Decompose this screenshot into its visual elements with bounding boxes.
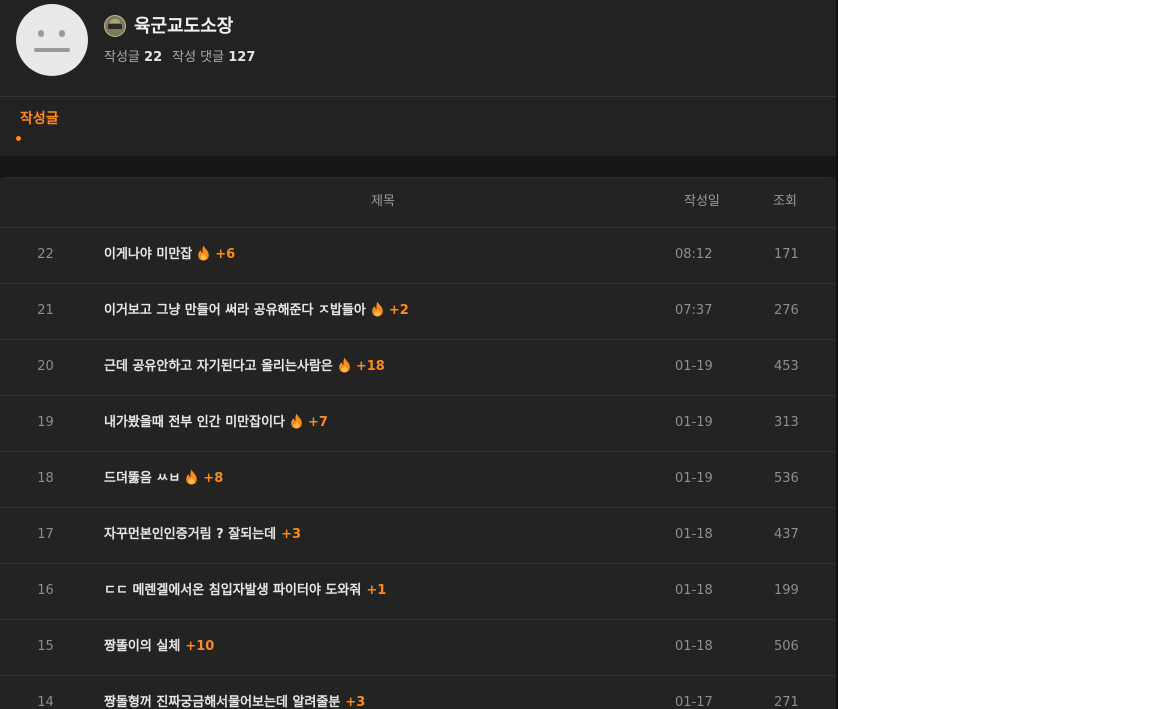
post-date: 01-17 (675, 695, 713, 709)
post-number: 18 (37, 471, 54, 486)
post-views: 271 (774, 695, 799, 709)
posts-count: 22 (144, 50, 163, 65)
post-date: 01-18 (675, 639, 713, 654)
post-number: 20 (37, 359, 54, 374)
table-row[interactable]: 21 이거보고 그냥 만들어 써라 공유해준다 ㅈ밥들아 +2 07:37 276 (0, 284, 836, 340)
post-title-link[interactable]: 드뎌뚫음 ㅆㅂ +8 (104, 469, 223, 489)
comment-count: +1 (366, 583, 387, 598)
active-tab-indicator (16, 136, 21, 141)
post-views: 313 (774, 415, 799, 430)
post-number: 14 (37, 695, 54, 709)
post-title: 짱돌형꺼 진짜궁금해서물어보는데 알려줄분 (104, 695, 341, 709)
tab-posts[interactable]: 작성글 (20, 111, 59, 127)
comment-count: +3 (345, 695, 366, 709)
post-views: 276 (774, 303, 799, 318)
posts-label: 작성글 (104, 50, 140, 65)
header-views: 조회 (773, 194, 797, 209)
section-divider (0, 156, 836, 177)
post-title: 자꾸먼본인인증거림 ? 잘되는데 (104, 527, 277, 542)
table-row[interactable]: 16 ㄷㄷ 메렌겔에서온 침입자발생 파이터야 도와줘 +1 01-18 199 (0, 564, 836, 620)
comments-count: 127 (228, 50, 256, 65)
post-date: 01-19 (675, 359, 713, 374)
fire-icon (185, 469, 198, 485)
table-row[interactable]: 22 이게나야 미만잡 +6 08:12 171 (0, 228, 836, 284)
fire-icon (371, 301, 384, 317)
header-title: 제목 (371, 194, 395, 209)
post-title-link[interactable]: 자꾸먼본인인증거림 ? 잘되는데 +3 (104, 525, 301, 545)
comments-label: 작성 댓글 (172, 50, 225, 65)
comment-count: +10 (185, 639, 215, 654)
post-views: 437 (774, 527, 799, 542)
comment-count: +18 (355, 359, 385, 374)
fire-icon (197, 245, 210, 261)
post-views: 171 (774, 247, 799, 262)
post-title: 이게나야 미만잡 (104, 247, 193, 262)
post-title-link[interactable]: 짱돌형꺼 진짜궁금해서물어보는데 알려줄분 +3 (104, 693, 365, 709)
posts-table: 제목 작성일 조회 22 이게나야 미만잡 +6 08:12 171 21 이거보고 그냥 … (0, 177, 836, 709)
post-date: 01-19 (675, 415, 713, 430)
header-date: 작성일 (684, 194, 720, 209)
post-views: 199 (774, 583, 799, 598)
post-number: 17 (37, 527, 54, 542)
user-stats: 작성글 22 작성 댓글 127 (104, 48, 255, 68)
post-date: 07:37 (675, 303, 713, 318)
tab-bar: 작성글 (0, 97, 836, 156)
fire-icon (290, 413, 303, 429)
fire-icon (338, 357, 351, 373)
post-views: 453 (774, 359, 799, 374)
post-title: 짱똘이의 실체 (104, 639, 181, 654)
post-number: 16 (37, 583, 54, 598)
avatar-mouth (34, 48, 70, 52)
post-title: 드뎌뚫음 ㅆㅂ (104, 471, 181, 486)
table-row[interactable]: 18 드뎌뚫음 ㅆㅂ +8 01-19 536 (0, 452, 836, 508)
post-title-link[interactable]: 근데 공유안하고 자기된다고 올리는사람은 +18 (104, 357, 385, 377)
post-title: 이거보고 그냥 만들어 써라 공유해준다 ㅈ밥들아 (104, 303, 366, 318)
comment-count: +7 (308, 415, 328, 430)
comment-count: +2 (388, 303, 409, 318)
post-title-link[interactable]: ㄷㄷ 메렌겔에서온 침입자발생 파이터야 도와줘 +1 (104, 581, 386, 601)
comment-count: +3 (281, 527, 302, 542)
post-views: 536 (774, 471, 799, 486)
post-title-link[interactable]: 이게나야 미만잡 +6 (104, 245, 235, 265)
comment-count: +6 (215, 247, 236, 262)
post-title: ㄷㄷ 메렌겔에서온 침입자발생 파이터야 도와줘 (104, 583, 362, 598)
post-title-link[interactable]: 내가봤을때 전부 인간 미만잡이다 +7 (104, 413, 328, 433)
comment-count: +8 (203, 471, 224, 486)
avatar-right-eye (59, 30, 65, 37)
table-row[interactable]: 19 내가봤을때 전부 인간 미만잡이다 +7 01-19 313 (0, 396, 836, 452)
profile-header: 육군교도소장 작성글 22 작성 댓글 127 (0, 0, 836, 97)
post-views: 506 (774, 639, 799, 654)
post-date: 01-18 (675, 527, 713, 542)
table-row[interactable]: 14 짱돌형꺼 진짜궁금해서물어보는데 알려줄분 +3 01-17 271 (0, 676, 836, 709)
table-row[interactable]: 20 근데 공유안하고 자기된다고 올리는사람은 +18 01-19 453 (0, 340, 836, 396)
avatar[interactable] (16, 4, 88, 76)
table-header: 제목 작성일 조회 (0, 178, 836, 228)
post-date: 08:12 (675, 247, 713, 262)
post-number: 21 (37, 303, 54, 318)
profile-panel: 육군교도소장 작성글 22 작성 댓글 127 작성글 제목 작성일 조회 22 이… (0, 0, 838, 709)
user-nickname: 육군교도소장 (134, 16, 234, 37)
post-number: 19 (37, 415, 54, 430)
avatar-left-eye (38, 30, 44, 37)
table-row[interactable]: 15 짱똘이의 실체 +10 01-18 506 (0, 620, 836, 676)
table-row[interactable]: 17 자꾸먼본인인증거림 ? 잘되는데 +3 01-18 437 (0, 508, 836, 564)
post-title: 근데 공유안하고 자기된다고 올리는사람은 (104, 359, 333, 374)
post-number: 15 (37, 639, 54, 654)
post-date: 01-19 (675, 471, 713, 486)
post-title: 내가봤을때 전부 인간 미만잡이다 (104, 415, 286, 430)
post-title-link[interactable]: 짱똘이의 실체 +10 (104, 637, 214, 657)
table-body: 22 이게나야 미만잡 +6 08:12 171 21 이거보고 그냥 만들어 써라 공유해… (0, 228, 836, 709)
level-badge-icon (104, 15, 126, 37)
post-title-link[interactable]: 이거보고 그냥 만들어 써라 공유해준다 ㅈ밥들아 +2 (104, 301, 409, 321)
post-number: 22 (37, 247, 54, 262)
post-date: 01-18 (675, 583, 713, 598)
